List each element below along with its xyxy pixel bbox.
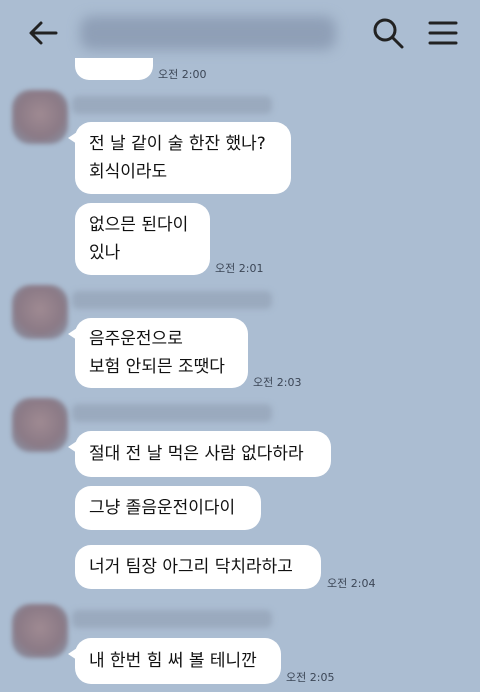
sender-avatar[interactable] xyxy=(12,604,68,658)
sender-name-blurred xyxy=(72,96,272,114)
chat-header xyxy=(0,0,480,66)
arrow-left-icon[interactable] xyxy=(26,16,60,50)
message-timestamp: 오전 2:05 xyxy=(286,671,335,684)
message-timestamp: 오전 2:01 xyxy=(215,262,264,275)
message-bubble[interactable]: 음주운전으로 보험 안되믄 조땟다 xyxy=(68,318,248,388)
message-bubble[interactable]: 전 날 같이 술 한잔 했나? 회식이라도 xyxy=(68,122,291,194)
message-timestamp: 오전 2:00 xyxy=(158,68,207,81)
message-timestamp: 오전 2:03 xyxy=(253,376,302,389)
hamburger-menu-icon[interactable] xyxy=(426,16,460,50)
message-bubble[interactable]: 그냥 졸음운전이다이 xyxy=(75,486,261,530)
sender-avatar[interactable] xyxy=(12,398,68,452)
message-bubble[interactable]: 절대 전 날 먹은 사람 없다하라 xyxy=(68,431,331,477)
chat-title-blurred xyxy=(80,16,336,50)
sender-name-blurred xyxy=(72,291,272,309)
message-bubble[interactable]: 없으믄 된다이 있나 xyxy=(75,203,210,275)
message-bubble[interactable]: 너거 팀장 아그리 닥치라하고 xyxy=(75,545,321,589)
sender-avatar[interactable] xyxy=(12,285,68,339)
message-bubble[interactable]: 내 한번 힘 써 볼 테니깐 xyxy=(68,638,281,684)
sender-avatar[interactable] xyxy=(12,90,68,144)
message-timestamp: 오전 2:04 xyxy=(327,577,376,590)
sender-name-blurred xyxy=(72,404,272,422)
search-icon[interactable] xyxy=(370,15,406,51)
sender-name-blurred xyxy=(72,610,272,628)
previous-message-bubble xyxy=(75,58,153,80)
